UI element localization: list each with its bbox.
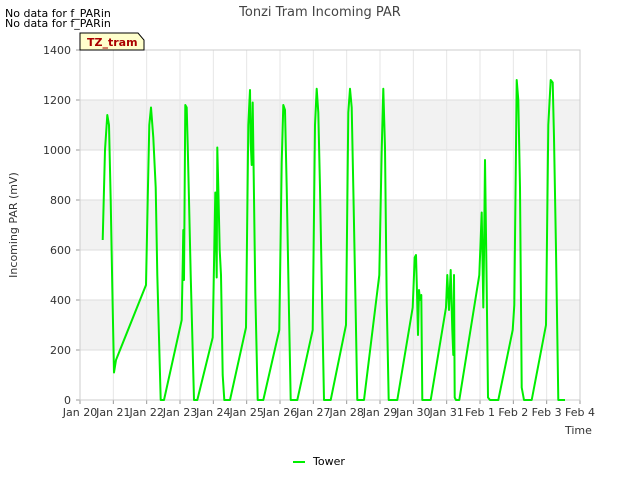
x-tick-label: Jan 23	[162, 406, 197, 419]
x-tick-label: Jan 20	[62, 406, 97, 419]
y-tick-label: 800	[50, 194, 71, 207]
legend-label-tower: Tower	[312, 455, 345, 468]
x-tick-label: Jan 27	[295, 406, 330, 419]
legend: Tower	[293, 455, 345, 468]
x-axis-label: Time	[564, 424, 592, 437]
y-axis-label: Incoming PAR (mV)	[7, 172, 20, 278]
y-tick-label: 400	[50, 294, 71, 307]
y-tick-labels: 0200400600800100012001400	[43, 44, 71, 407]
plot-background-bands	[80, 100, 580, 350]
x-tick-label: Jan 24	[195, 406, 230, 419]
site-badge: TZ_tram	[79, 32, 145, 51]
x-tick-label: Jan 28	[328, 406, 363, 419]
x-tick-label: Feb 3	[532, 406, 562, 419]
par-line-chart: 0200400600800100012001400 Jan 20Jan 21Ja…	[7, 5, 595, 468]
x-tick-label: Jan 25	[228, 406, 263, 419]
x-tick-label: Jan 31	[428, 406, 463, 419]
x-tick-label: Feb 1	[465, 406, 495, 419]
y-tick-label: 600	[50, 244, 71, 257]
x-tick-label: Feb 2	[498, 406, 528, 419]
plot-band	[80, 200, 580, 250]
y-tick-label: 1000	[43, 144, 71, 157]
site-badge-label: TZ_tram	[87, 36, 138, 49]
x-tick-label: Jan 29	[362, 406, 397, 419]
x-tick-labels: Jan 20Jan 21Jan 22Jan 23Jan 24Jan 25Jan …	[62, 406, 595, 419]
x-tick-label: Jan 30	[395, 406, 430, 419]
plot-band	[80, 300, 580, 350]
x-tick-label: Jan 22	[128, 406, 163, 419]
y-tick-label: 1200	[43, 94, 71, 107]
x-tick-label: Feb 4	[565, 406, 595, 419]
x-tick-label: Jan 21	[95, 406, 130, 419]
plot-band	[80, 100, 580, 150]
y-tick-label: 200	[50, 344, 71, 357]
y-tick-label: 1400	[43, 44, 71, 57]
chart-title: Tonzi Tram Incoming PAR	[238, 5, 401, 20]
x-tick-label: Jan 26	[262, 406, 297, 419]
